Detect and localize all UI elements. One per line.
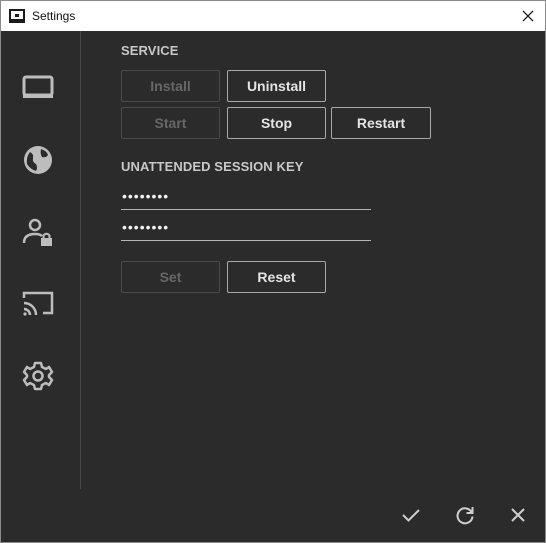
sidebar-item-cast[interactable] [19,284,59,324]
uninstall-button[interactable]: Uninstall [227,70,326,102]
session-key-field [121,185,372,210]
stop-button[interactable]: Stop [227,107,326,139]
set-button[interactable]: Set [121,261,220,293]
settings-window: Settings SERVICE Install Uninstall Start… [0,0,546,543]
check-icon[interactable] [399,503,423,527]
app-icon [9,9,25,23]
monitor-icon [19,67,59,107]
service-heading: SERVICE [121,43,179,58]
gear-icon [19,356,59,396]
session-key-input[interactable] [121,185,372,207]
title-bar: Settings [1,1,545,31]
window-close-icon[interactable] [519,7,537,25]
window-title: Settings [32,9,76,23]
sidebar-divider [80,31,81,489]
restart-button[interactable]: Restart [331,107,431,139]
start-button[interactable]: Start [121,107,220,139]
sidebar-item-settings[interactable] [19,356,59,396]
user-lock-icon [19,213,59,253]
globe-icon [19,140,59,180]
sidebar-item-network[interactable] [19,140,59,180]
refresh-icon[interactable] [453,503,477,527]
reset-button[interactable]: Reset [227,261,326,293]
cast-icon [19,284,59,324]
session-key-heading: UNATTENDED SESSION KEY [121,159,304,174]
install-button[interactable]: Install [121,70,220,102]
sidebar-item-security[interactable] [19,213,59,253]
sidebar-item-display[interactable] [19,67,59,107]
session-key-confirm-field [121,216,372,241]
session-key-confirm-input[interactable] [121,216,372,238]
close-icon[interactable] [506,503,530,527]
